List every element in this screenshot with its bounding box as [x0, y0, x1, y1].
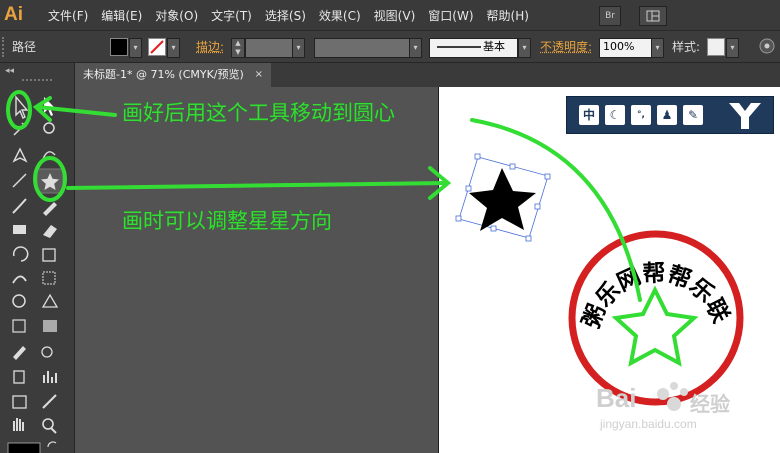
brush-value: 基本: [483, 40, 505, 53]
watermark-url: jingyan.baidu.com: [600, 417, 697, 431]
style-label: 样式:: [672, 40, 701, 54]
document-tab-strip: 未标题-1* @ 71% (CMYK/预览) ×: [75, 63, 780, 87]
direct-selection-tool-icon: [44, 97, 55, 116]
shape-builder-tool-icon: [12, 294, 26, 308]
scale-tool-icon: [42, 248, 56, 262]
menu-edit[interactable]: 编辑(E): [101, 7, 142, 24]
paintbrush-tool-icon: [12, 198, 27, 214]
moon-icon: ☾: [605, 105, 625, 125]
brush-stroke-preview: [437, 46, 481, 48]
curvature-tool-icon: [42, 151, 56, 160]
menu-file[interactable]: 文件(F): [48, 7, 88, 24]
stroke-weight-dropdown[interactable]: ▾: [292, 38, 305, 58]
perspective-grid-tool-icon: [41, 293, 59, 308]
chinese-icon: 中: [579, 105, 599, 125]
free-transform-tool-icon: [42, 271, 56, 285]
tools-panel: ◂◂: [0, 63, 75, 453]
width-tool-icon: [12, 275, 27, 284]
zoom-tool-icon: [42, 418, 54, 430]
stroke-swatch[interactable]: [148, 38, 166, 56]
menu-effect[interactable]: 效果(C): [319, 7, 361, 24]
wrench-icon: ✎: [683, 105, 703, 125]
profile-dropdown[interactable]: ▾: [409, 38, 422, 58]
opacity-input[interactable]: 100%: [599, 38, 652, 58]
variable-width-profile[interactable]: [314, 38, 410, 58]
menu-select[interactable]: 选择(S): [265, 7, 306, 24]
pen-tool-icon: [12, 147, 28, 163]
lasso-tool-icon: [43, 122, 55, 134]
user-icon: ♟: [657, 105, 677, 125]
opacity-label[interactable]: 不透明度:: [540, 38, 592, 56]
style-swatch[interactable]: [707, 38, 725, 56]
hand-tool-icon: [13, 418, 24, 431]
watermark-suffix: 经验: [690, 394, 730, 416]
pencil-tool-icon: [43, 202, 57, 216]
layout-icon: [646, 10, 660, 22]
slice-tool-icon: [42, 394, 57, 409]
control-panel-menu-button[interactable]: [758, 37, 776, 55]
close-tab-icon[interactable]: ×: [255, 63, 263, 87]
line-tool-icon: [12, 173, 27, 188]
stroke-weight-input[interactable]: [245, 38, 293, 58]
stroke-label[interactable]: 描边:: [196, 38, 224, 56]
menu-bar: Ai 文件(F) 编辑(E) 对象(O) 文字(T) 选择(S) 效果(C) 视…: [0, 0, 780, 31]
brush-dropdown[interactable]: ▾: [518, 38, 531, 58]
selection-tool-icon: [15, 95, 29, 119]
fill-color-swatch: [7, 442, 41, 453]
eyedropper-tool-icon: [13, 346, 26, 360]
control-bar: 路径 ▾ ▾ 描边: ▲ ▼ ▾ ▾ 基本 ▾ 不透明度: 100% ▾ 样式: …: [0, 31, 780, 63]
star-arrow-line: [66, 181, 448, 190]
menu-window[interactable]: 窗口(W): [428, 7, 473, 24]
panel-menu-icon: [759, 38, 775, 54]
object-type-label: 路径: [12, 40, 37, 54]
logo-icon: [729, 103, 761, 129]
dots-icon: °,: [631, 105, 651, 125]
rotate-tool-icon: [12, 246, 29, 262]
annotation-selection-tip: 画好后用这个工具移动到圆心: [122, 101, 395, 125]
blend-tool-icon: [41, 346, 53, 358]
grip-handle[interactable]: [2, 37, 8, 57]
site-badge: 中 ☾ °, ♟ ✎: [566, 96, 774, 134]
menu-view[interactable]: 视图(V): [374, 7, 416, 24]
mesh-tool-icon: [12, 319, 26, 333]
fill-swatch[interactable]: [110, 38, 128, 56]
opacity-dropdown[interactable]: ▾: [651, 38, 664, 58]
menu-list: 文件(F) 编辑(E) 对象(O) 文字(T) 选择(S) 效果(C) 视图(V…: [48, 7, 542, 24]
annotation-star-tip: 画时可以调整星星方向: [122, 209, 332, 233]
workspace-layout-button[interactable]: [639, 6, 667, 26]
swap-fill-stroke-icon: [47, 441, 57, 448]
magic-wand-tool-icon: [13, 122, 27, 136]
artboard-tool-icon: [12, 395, 27, 409]
document-tab[interactable]: 未标题-1* @ 71% (CMYK/预览) ×: [75, 63, 271, 87]
gradient-tool-icon: [43, 320, 57, 332]
tool-icons: [7, 95, 64, 453]
menu-type[interactable]: 文字(T): [211, 7, 252, 24]
watermark-brand: Bai: [596, 383, 637, 413]
stroke-dropdown[interactable]: ▾: [167, 38, 180, 58]
fill-dropdown[interactable]: ▾: [129, 38, 142, 58]
symbol-sprayer-tool-icon: [13, 370, 25, 384]
brush-definition[interactable]: 基本: [429, 38, 518, 58]
bridge-button[interactable]: Br: [599, 6, 621, 26]
app-logo: Ai: [4, 4, 23, 25]
menu-object[interactable]: 对象(O): [155, 7, 198, 24]
column-graph-tool-icon: [43, 371, 57, 383]
eraser-tool-icon: [43, 225, 57, 238]
menu-help[interactable]: 帮助(H): [487, 7, 529, 24]
document-tab-title: 未标题-1* @ 71% (CMYK/预览): [83, 68, 244, 81]
blob-brush-tool-icon: [13, 225, 26, 234]
no-stroke-icon: [150, 40, 164, 54]
stroke-weight-stepper[interactable]: ▲ ▼: [231, 38, 245, 58]
style-dropdown[interactable]: ▾: [726, 38, 739, 58]
